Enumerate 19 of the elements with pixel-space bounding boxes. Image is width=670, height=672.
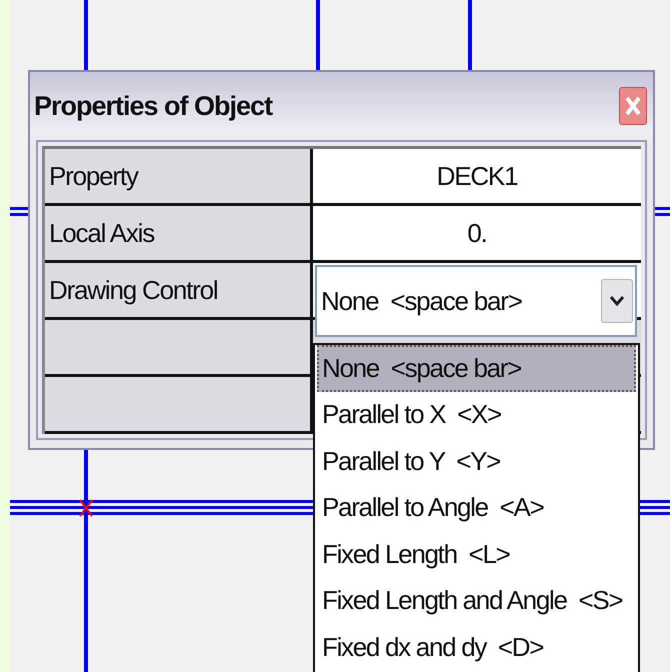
property-name: Property [45,149,313,206]
property-name: Local Axis [45,206,313,263]
dropdown-option[interactable]: Fixed Length <L> [317,531,636,578]
dropdown-option[interactable]: Parallel to Y <Y> [317,438,636,484]
dropdown-option[interactable]: None <space bar> [317,345,636,392]
property-name: Drawing Control [45,263,313,320]
dropdown-option[interactable]: Parallel to Angle <A> [317,484,636,531]
chevron-down-icon [609,295,625,307]
property-value[interactable]: 0. [313,206,641,263]
dropdown-option[interactable]: Parallel to X <X> [317,392,636,438]
dropdown-option[interactable]: Fixed Length and Angle <S> [317,578,636,624]
dropdown-arrow-button[interactable] [601,279,633,323]
drawing-control-dropdown[interactable]: None <space bar> [315,265,637,337]
close-icon [624,95,642,117]
window-title: Properties of Object [34,90,272,122]
close-button[interactable] [619,87,647,125]
property-value[interactable]: DECK1 [313,149,641,206]
dropdown-value: None <space bar> [321,286,522,316]
dropdown-option[interactable]: Fixed dx and dy <D> [317,624,636,670]
